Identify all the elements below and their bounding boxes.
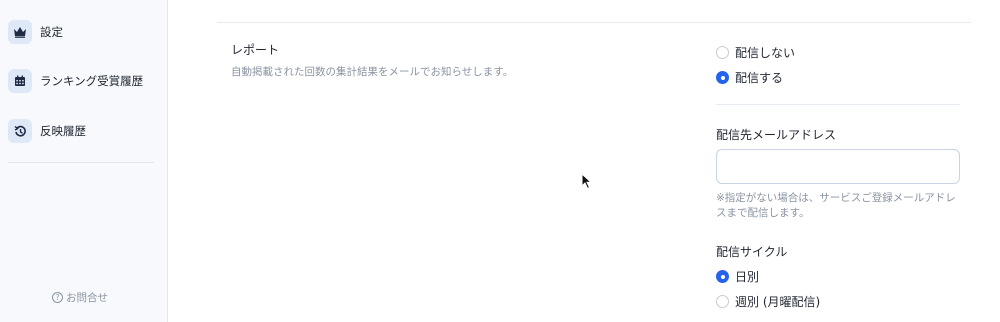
email-field[interactable] <box>716 149 960 184</box>
radio-label: 週別 (月曜配信) <box>735 295 821 309</box>
sidebar-item-label: 設定 <box>40 25 63 39</box>
crown-icon <box>8 20 32 44</box>
contact-label: お問合せ <box>66 292 108 304</box>
cycle-option-weekly[interactable]: 週別 (月曜配信) <box>716 293 820 310</box>
radio-off[interactable] <box>716 46 729 59</box>
email-note: ※指定がない場合は、サービスご登録メールアドレスまで配信します。 <box>716 192 956 219</box>
radio-on[interactable] <box>716 270 729 283</box>
sidebar-item-label: 反映履歴 <box>40 124 86 138</box>
radio-off[interactable] <box>716 295 729 308</box>
history-icon <box>8 119 32 143</box>
mouse-cursor-icon <box>581 173 593 190</box>
sidebar-item-reflection-history[interactable]: 反映履歴 <box>8 118 86 144</box>
sidebar-item-ranking-history[interactable]: ランキング受賞履歴 <box>8 68 143 94</box>
cycle-label: 配信サイクル <box>716 245 788 259</box>
calendar-icon <box>8 69 32 93</box>
report-option-on[interactable]: 配信する <box>716 69 783 86</box>
report-title: レポート <box>231 43 280 57</box>
cycle-option-daily[interactable]: 日別 <box>716 268 759 285</box>
radio-on[interactable] <box>716 71 729 84</box>
sidebar-divider <box>8 162 154 163</box>
contact-link[interactable]: ? お問合せ <box>0 290 160 305</box>
section-divider <box>217 22 971 23</box>
options-divider <box>716 104 960 105</box>
sidebar-item-label: ランキング受賞履歴 <box>40 74 144 88</box>
radio-label: 配信しない <box>735 46 796 60</box>
radio-label: 配信する <box>735 71 784 85</box>
email-label: 配信先メールアドレス <box>716 128 837 142</box>
question-icon: ? <box>52 292 63 303</box>
sidebar-item-settings[interactable]: 設定 <box>8 19 63 45</box>
radio-label: 日別 <box>735 270 760 284</box>
report-option-off[interactable]: 配信しない <box>716 44 795 61</box>
sidebar: 設定 ランキング受賞履歴 反映履歴 ? お問合せ <box>0 0 168 322</box>
report-description: 自動掲載された回数の集計結果をメールでお知らせします。 <box>231 66 514 78</box>
